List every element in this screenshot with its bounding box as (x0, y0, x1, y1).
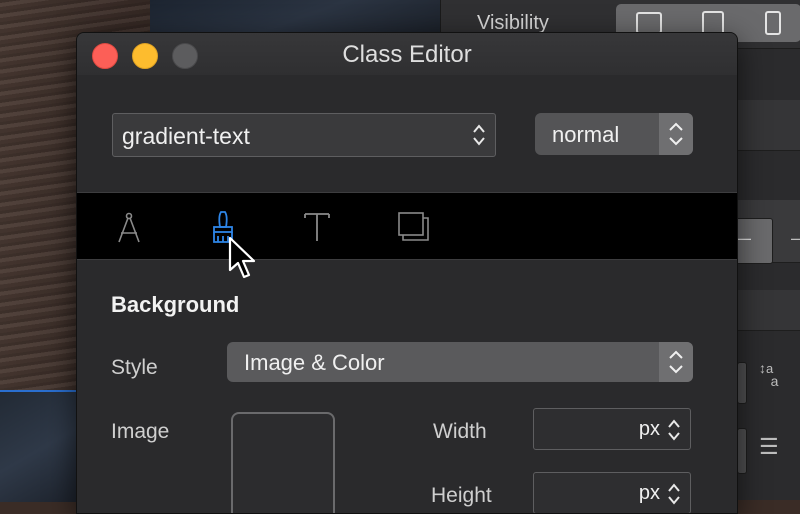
width-field[interactable]: px (533, 408, 691, 450)
compass-icon (118, 212, 140, 243)
height-unit: px (638, 482, 660, 504)
desktop-visibility-icon[interactable] (636, 12, 663, 34)
section-title: Background (111, 292, 240, 317)
state-value: normal (552, 122, 620, 147)
chevron-updown-icon (659, 342, 693, 382)
background-section: Background Style Image & Color Image Wid… (77, 259, 737, 513)
chevron-updown-icon[interactable] (666, 481, 682, 507)
width-label: Width (433, 420, 487, 443)
background-style-select[interactable]: Image & Color (227, 342, 693, 382)
tab-effects[interactable] (395, 209, 431, 245)
mouse-cursor-icon (227, 236, 259, 285)
class-name-select[interactable]: gradient-text (112, 113, 496, 157)
tab-layout[interactable] (111, 209, 147, 245)
state-select[interactable]: normal (535, 113, 693, 155)
class-selector-area: gradient-text normal (77, 75, 737, 193)
title-bar: Class Editor (77, 33, 737, 75)
height-label: Height (431, 484, 492, 507)
inspector-tab-bar (77, 193, 737, 259)
phone-visibility-icon[interactable] (764, 11, 781, 35)
chevron-updown-icon[interactable] (666, 417, 682, 443)
style-label: Style (111, 356, 158, 379)
chevron-updown-icon (659, 113, 693, 155)
class-name-value: gradient-text (122, 123, 250, 149)
image-label: Image (111, 420, 170, 443)
image-well[interactable] (231, 412, 335, 513)
text-control-button-2[interactable] (737, 428, 747, 474)
text-control-button[interactable] (737, 362, 747, 404)
height-field[interactable]: px (533, 472, 691, 513)
line-height-icon[interactable]: ↕a a (759, 361, 778, 388)
indent-icon[interactable]: ☰ (759, 434, 779, 460)
window-title: Class Editor (342, 41, 472, 68)
width-unit: px (638, 418, 660, 440)
align-icon-2: — (791, 228, 800, 249)
tab-text[interactable] (299, 209, 335, 245)
text-icon (304, 213, 330, 241)
chevron-updown-icon (471, 122, 487, 148)
class-editor-window: Class Editor gradient-text normal Backgr… (76, 32, 738, 514)
background-style-value: Image & Color (244, 350, 385, 375)
shadow-icon (398, 212, 429, 241)
